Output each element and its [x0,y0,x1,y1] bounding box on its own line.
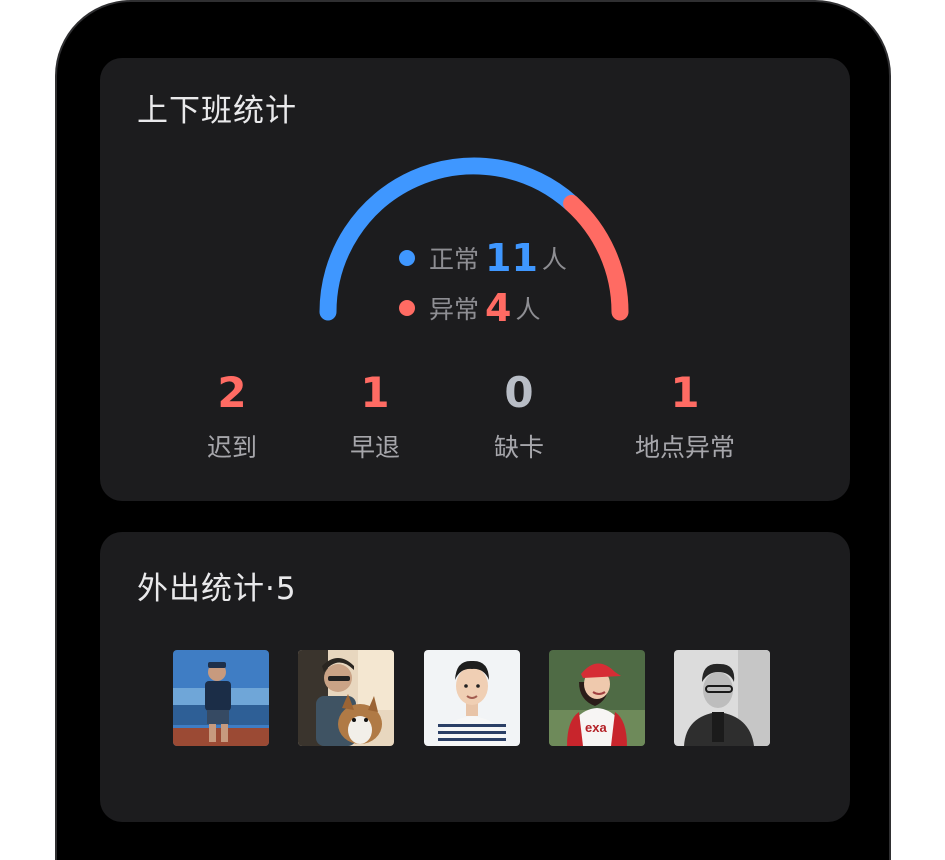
avatar-3[interactable] [424,650,520,746]
attendance-card[interactable]: 上下班统计 正常 11 人 异常 4 人 2 迟到 1 早退 0 缺卡 1 地点… [100,58,850,501]
avatar-5[interactable] [674,650,770,746]
avatar-2[interactable] [298,650,394,746]
photo-person-with-dog-icon [298,650,394,746]
legend-normal: 正常 11 人 [399,236,567,280]
normal-label: 正常 [429,245,480,274]
stat-label: 早退 [349,433,400,462]
outing-card[interactable]: 外出统计·5 exa [100,532,850,822]
photo-person-grayscale-icon [674,650,770,746]
abnormal-count: 4 [485,286,512,330]
gauge-arc-abnormal [563,194,629,321]
stat-value: 1 [360,368,390,417]
stat-late[interactable]: 2 迟到 [152,372,312,464]
stat-value: 2 [217,368,247,417]
normal-unit: 人 [541,245,567,274]
abnormal-unit: 人 [515,295,541,324]
photo-person-seaside-icon [173,650,269,746]
abnormal-label: 异常 [429,295,480,324]
stat-leave-early[interactable]: 1 早退 [295,372,455,464]
stat-label: 迟到 [206,433,257,462]
stat-label: 地点异常 [634,433,735,462]
stat-label: 缺卡 [493,433,544,462]
stat-value: 1 [670,368,700,417]
stat-missing-punch[interactable]: 0 缺卡 [439,372,599,464]
normal-dot-icon [399,250,415,266]
photo-person-red-cap-icon: exa [549,650,645,746]
avatar-4[interactable]: exa [549,650,645,746]
svg-text:exa: exa [585,720,607,735]
photo-person-striped-shirt-icon [424,650,520,746]
abnormal-dot-icon [399,300,415,316]
normal-count: 11 [485,236,538,280]
phone-frame: 上下班统计 正常 11 人 异常 4 人 2 迟到 1 早退 0 缺卡 1 地点… [55,0,891,860]
avatar-1[interactable] [173,650,269,746]
legend-abnormal: 异常 4 人 [399,286,540,330]
outing-title: 外出统计·5 [137,571,297,607]
stat-value: 0 [504,368,534,417]
stat-location-abnormal[interactable]: 1 地点异常 [605,372,765,464]
